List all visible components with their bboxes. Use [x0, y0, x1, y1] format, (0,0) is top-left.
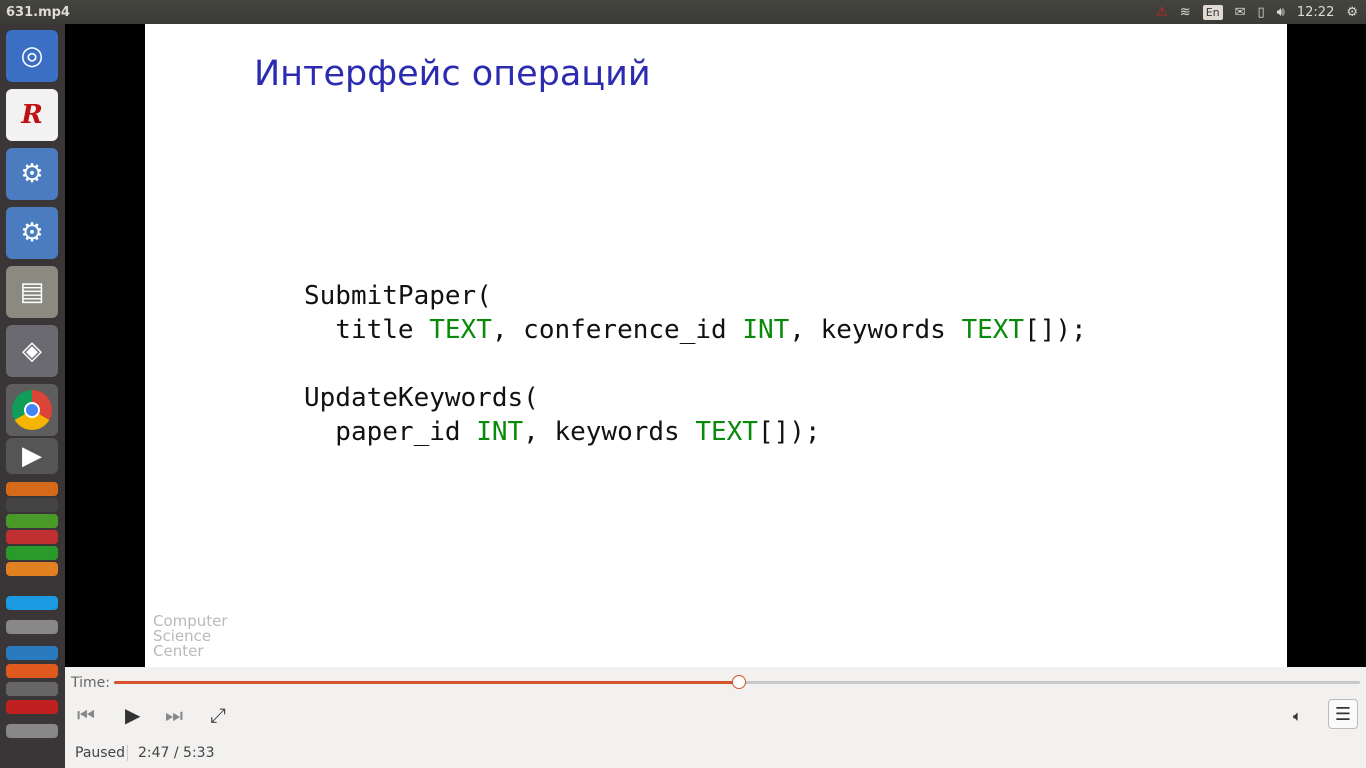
- previous-icon[interactable]: ⏮: [77, 703, 95, 727]
- code-type: INT: [742, 315, 790, 345]
- code-text: UpdateKeywords(: [304, 383, 539, 413]
- skype-icon[interactable]: [6, 596, 58, 610]
- trash-icon[interactable]: [6, 724, 58, 738]
- keyboard-layout-indicator[interactable]: En: [1202, 4, 1223, 20]
- launcher-stacked-icon[interactable]: [6, 562, 58, 576]
- code-text: title: [304, 315, 430, 345]
- code-text: SubmitPaper(: [304, 281, 492, 311]
- top-panel: 631.mp4 ⚠ ≋ En ✉ ▯ 🔊︎ 12:22 ⚙: [0, 0, 1366, 24]
- system-tray: ⚠ ≋ En ✉ ▯ 🔊︎ 12:22 ⚙: [1156, 0, 1366, 24]
- launcher-stacked-icon[interactable]: [6, 530, 58, 544]
- code-text: []);: [1024, 315, 1087, 345]
- launcher-stacked-icon[interactable]: [6, 664, 58, 678]
- clock[interactable]: 12:22: [1297, 5, 1334, 20]
- launcher-stacked-icon[interactable]: [6, 482, 58, 496]
- code-line: paper_id INT, keywords TEXT[]);: [304, 415, 1087, 449]
- code-line: SubmitPaper(: [304, 279, 1087, 313]
- seek-slider[interactable]: [114, 675, 1360, 689]
- power-gear-icon[interactable]: ⚙: [1346, 5, 1358, 20]
- chrome-icon[interactable]: [6, 384, 58, 436]
- volume-icon[interactable]: 🔈︎: [1293, 707, 1302, 725]
- launcher-stacked-icon[interactable]: [6, 700, 58, 714]
- volume-icon[interactable]: 🔊︎: [1277, 5, 1285, 20]
- playback-status: Paused: [75, 745, 126, 761]
- code-text: []);: [757, 417, 821, 447]
- player-controls: Time: ⏮ ▶ ⏭ ⤢ 🔈︎ ☰ Paused 2:47 / 5:33: [65, 667, 1366, 768]
- play-icon[interactable]: ▶: [125, 703, 140, 727]
- mail-icon[interactable]: ✉: [1235, 5, 1246, 20]
- code-type: TEXT: [961, 315, 1025, 345]
- code-text: , conference_id: [491, 315, 743, 345]
- seek-progress: [114, 681, 740, 684]
- tag-icon[interactable]: ◈: [6, 325, 58, 377]
- launcher-stacked-icon[interactable]: [6, 498, 58, 512]
- ubuntu-dash-icon[interactable]: ◎: [6, 30, 58, 82]
- settings-player-icon[interactable]: ⚙: [6, 148, 58, 200]
- next-icon[interactable]: ⏭: [165, 703, 183, 727]
- wifi-icon[interactable]: ≋: [1180, 5, 1191, 20]
- mouse-icon[interactable]: ▯: [1258, 5, 1265, 20]
- code-type: INT: [476, 417, 524, 447]
- code-text: , keywords: [789, 315, 962, 345]
- code-type: TEXT: [429, 315, 492, 345]
- launcher-stacked-icon[interactable]: [6, 620, 58, 634]
- seek-handle[interactable]: [732, 675, 747, 689]
- fullscreen-icon[interactable]: ⤢: [210, 703, 226, 727]
- time-label: Time:: [71, 675, 110, 691]
- scanner-icon[interactable]: ▤: [6, 266, 58, 318]
- video-area[interactable]: Интерфейс операций SubmitPaper( title TE…: [65, 24, 1366, 667]
- time-position: 2:47 / 5:33: [127, 745, 215, 761]
- warning-icon[interactable]: ⚠: [1156, 5, 1168, 20]
- launcher-stacked-icon[interactable]: [6, 546, 58, 560]
- code-text: , keywords: [523, 417, 696, 447]
- code-line: title TEXT, conference_id INT, keywords …: [304, 313, 1087, 347]
- code-text: paper_id: [304, 417, 477, 447]
- menu-button[interactable]: ☰: [1328, 699, 1358, 729]
- launcher: ◎ R ⚙ ⚙ ▤ ◈ ▶: [0, 24, 65, 768]
- launcher-stacked-icon[interactable]: [6, 646, 58, 660]
- slide-heading: Интерфейс операций: [254, 54, 651, 94]
- code-block: SubmitPaper( title TEXT, conference_id I…: [304, 279, 1087, 449]
- code-type: TEXT: [695, 417, 758, 447]
- video-player-icon[interactable]: ▶: [6, 438, 58, 474]
- csc-logo: Computer Science Center: [153, 612, 228, 660]
- rstudio-icon[interactable]: R: [6, 89, 58, 141]
- code-line: UpdateKeywords(: [304, 381, 1087, 415]
- window-title: 631.mp4: [6, 4, 70, 20]
- settings-player-icon[interactable]: ⚙: [6, 207, 58, 259]
- launcher-stacked-icon[interactable]: [6, 682, 58, 696]
- slide: Интерфейс операций SubmitPaper( title TE…: [145, 24, 1287, 667]
- launcher-stacked-icon[interactable]: [6, 514, 58, 528]
